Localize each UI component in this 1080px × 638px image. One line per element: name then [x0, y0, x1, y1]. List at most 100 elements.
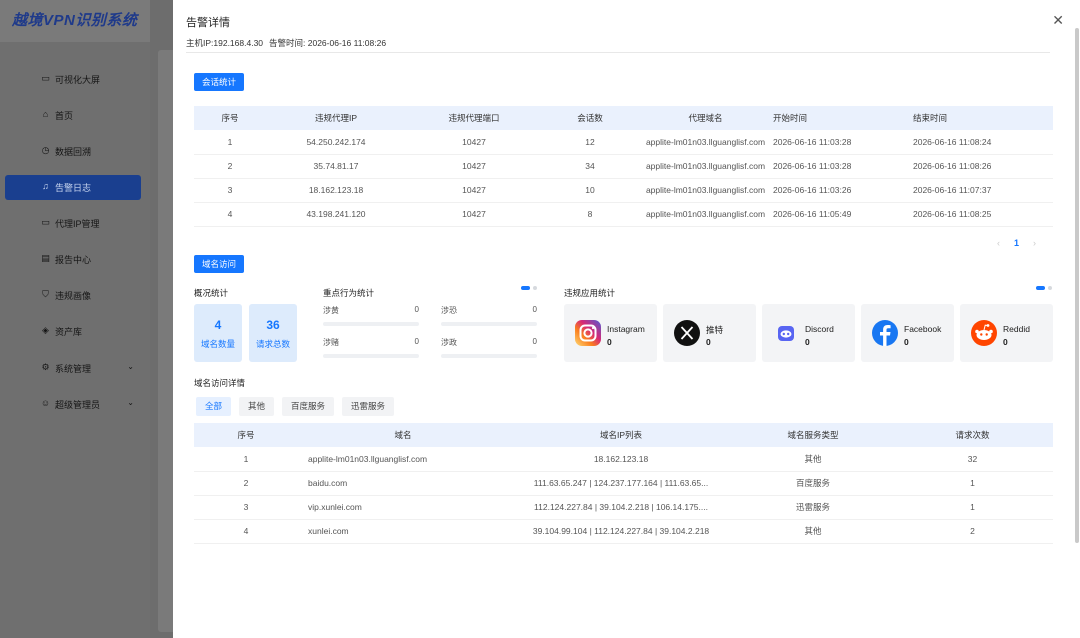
sidebar-item-assets[interactable]: ◈ 资产库 [5, 319, 141, 344]
monitor-icon: ▭ [41, 217, 50, 227]
table-cell: 1 [892, 471, 1053, 496]
app-card-reddit[interactable]: Reddid 0 [960, 304, 1053, 362]
behavior-label: 涉黄 [323, 306, 339, 315]
scrollbar[interactable] [1075, 28, 1079, 543]
overview-title: 概况统计 [194, 288, 229, 298]
table-cell: 3 [194, 495, 298, 520]
app-count: 0 [805, 337, 810, 347]
app-card-facebook[interactable]: Facebook 0 [861, 304, 954, 362]
carousel-dots[interactable] [521, 286, 539, 290]
sidebar-item-proxy-ip[interactable]: ▭ 代理IP管理 [5, 211, 141, 236]
table-row: 2 35.74.81.17 10427 34 applite-lm01n03.llgua… [194, 154, 1053, 179]
app-card-instagram[interactable]: Instagram 0 [564, 304, 657, 362]
behavior-item-gambling: 涉赌 0 [323, 337, 419, 358]
pagination: ‹ 1 › [997, 238, 1036, 248]
sidebar-item-label: 告警日志 [55, 183, 92, 193]
sidebar-item-alert-log[interactable]: ♫ 告警日志 [5, 175, 141, 200]
sidebar-item-home[interactable]: ⌂ 首页 [5, 103, 141, 128]
sidebar-item-label: 报告中心 [55, 255, 92, 265]
table-cell: 1 [194, 447, 298, 472]
table-cell: xunlei.com [298, 519, 508, 544]
tab-other[interactable]: 其他 [239, 397, 275, 416]
column-header: 违规代理端口 [406, 106, 542, 130]
domain-count-value: 4 [214, 318, 222, 332]
table-row: 1 applite-lm01n03.llguanglisf.com 18.162.1… [194, 447, 1053, 472]
table-cell: 54.250.242.174 [266, 130, 406, 155]
table-cell: 111.63.65.247 | 124.237.177.164 | 111.63… [508, 471, 734, 496]
behavior-label: 涉恐 [441, 306, 457, 315]
table-cell: 4 [194, 202, 266, 227]
table-cell: 2026-06-16 11:08:24 [913, 130, 1053, 155]
prev-page-button[interactable]: ‹ [997, 238, 1000, 248]
drawer-title: 告警详情 [186, 17, 230, 29]
sidebar-item-dashboard[interactable]: ▭ 可视化大屏 [5, 67, 141, 92]
table-cell: 2026-06-16 11:03:28 [773, 130, 913, 155]
domain-access-button[interactable]: 域名访问 [194, 255, 245, 273]
next-page-button[interactable]: › [1033, 238, 1036, 248]
sidebar-item-report[interactable]: ▤ 报告中心 [5, 247, 141, 272]
tab-xunlei[interactable]: 迅雷服务 [342, 397, 395, 416]
table-header-row: 序号 域名 域名IP列表 域名服务类型 请求次数 [194, 423, 1053, 447]
sidebar-item-system[interactable]: ⚙ 系统管理 ⌄ [5, 356, 141, 381]
behavior-label: 涉政 [441, 338, 457, 347]
divider [186, 52, 1050, 53]
close-icon[interactable]: ✕ [1052, 12, 1064, 29]
table-cell: 2026-06-16 11:08:26 [913, 154, 1053, 179]
chevron-down-icon: ⌄ [127, 362, 134, 371]
tab-baidu[interactable]: 百度服务 [282, 397, 335, 416]
table-cell: vip.xunlei.com [298, 495, 508, 520]
request-count-label: 请求总数 [255, 339, 290, 349]
table-cell: 39.104.99.104 | 112.124.227.84 | 39.104.… [508, 519, 734, 544]
table-cell: 2026-06-16 11:08:25 [913, 202, 1053, 227]
sidebar-item-data-trace[interactable]: ◷ 数据回溯 [5, 139, 141, 164]
tab-all[interactable]: 全部 [196, 397, 232, 416]
bell-icon: ♫ [42, 181, 49, 191]
request-count-card: 36 请求总数 [249, 304, 297, 362]
session-stats-button[interactable]: 会话统计 [194, 73, 245, 91]
behavior-value: 0 [414, 337, 419, 346]
table-cell: 2026-06-16 11:03:28 [773, 154, 913, 179]
table-cell: applite-lm01n03.llguanglisf.com [638, 202, 773, 227]
table-cell: 其他 [734, 447, 892, 472]
domain-filter-tabs: 全部 其他 百度服务 迅雷服务 [196, 397, 395, 416]
column-header: 结束时间 [913, 106, 1053, 130]
behavior-bar [441, 354, 537, 358]
table-cell: 3 [194, 178, 266, 203]
behavior-bar [323, 322, 419, 326]
domain-count-label: 域名数量 [200, 339, 235, 349]
app-count: 0 [706, 337, 711, 347]
behavior-item-terror: 涉恐 0 [441, 305, 537, 326]
sidebar-item-label: 首页 [55, 111, 74, 121]
sidebar-item-profile[interactable]: ⛉ 违规画像 [5, 283, 141, 308]
sidebar-item-label: 代理IP管理 [55, 219, 100, 229]
table-cell: applite-lm01n03.llguanglisf.com [298, 447, 508, 472]
sidebar-item-superadmin[interactable]: ☺ 超级管理员 ⌄ [5, 392, 141, 417]
behavior-value: 0 [414, 305, 419, 314]
app-card-discord[interactable]: Discord 0 [762, 304, 855, 362]
carousel-dots[interactable] [1036, 286, 1054, 290]
alert-detail-drawer: 告警详情 ✕ 主机IP:192.168.4.30 告警时间: 2026-06-16… [173, 0, 1080, 638]
apps-title: 违规应用统计 [564, 288, 616, 298]
host-info: 主机IP:192.168.4.30 告警时间: 2026-06-16 11:08:… [186, 37, 392, 49]
table-cell: 1 [194, 130, 266, 155]
column-header: 违规代理IP [266, 106, 406, 130]
table-cell: 8 [542, 202, 638, 227]
table-cell: 2 [194, 471, 298, 496]
instagram-icon [575, 320, 601, 346]
table-cell: 2026-06-16 11:03:26 [773, 178, 913, 203]
table-cell: 10427 [406, 202, 542, 227]
app-name: Discord [805, 324, 834, 334]
shield-icon: ⛉ [42, 289, 49, 299]
page-number[interactable]: 1 [1014, 238, 1019, 248]
session-table: 序号 违规代理IP 违规代理端口 会话数 代理域名 开始时间 结束时间 1 54.… [194, 106, 1053, 227]
table-row: 3 18.162.123.18 10427 10 applite-lm01n03.llg… [194, 178, 1053, 203]
report-icon: ▤ [41, 253, 50, 263]
domain-count-card: 4 域名数量 [194, 304, 242, 362]
table-cell: 百度服务 [734, 471, 892, 496]
column-header: 序号 [194, 423, 298, 447]
home-icon: ⌂ [42, 109, 49, 119]
app-card-twitter[interactable]: 推特 0 [663, 304, 756, 362]
table-cell: 12 [542, 130, 638, 155]
alert-time: 告警时间: 2026-06-16 11:08:26 [269, 38, 387, 48]
table-cell: 10427 [406, 154, 542, 179]
